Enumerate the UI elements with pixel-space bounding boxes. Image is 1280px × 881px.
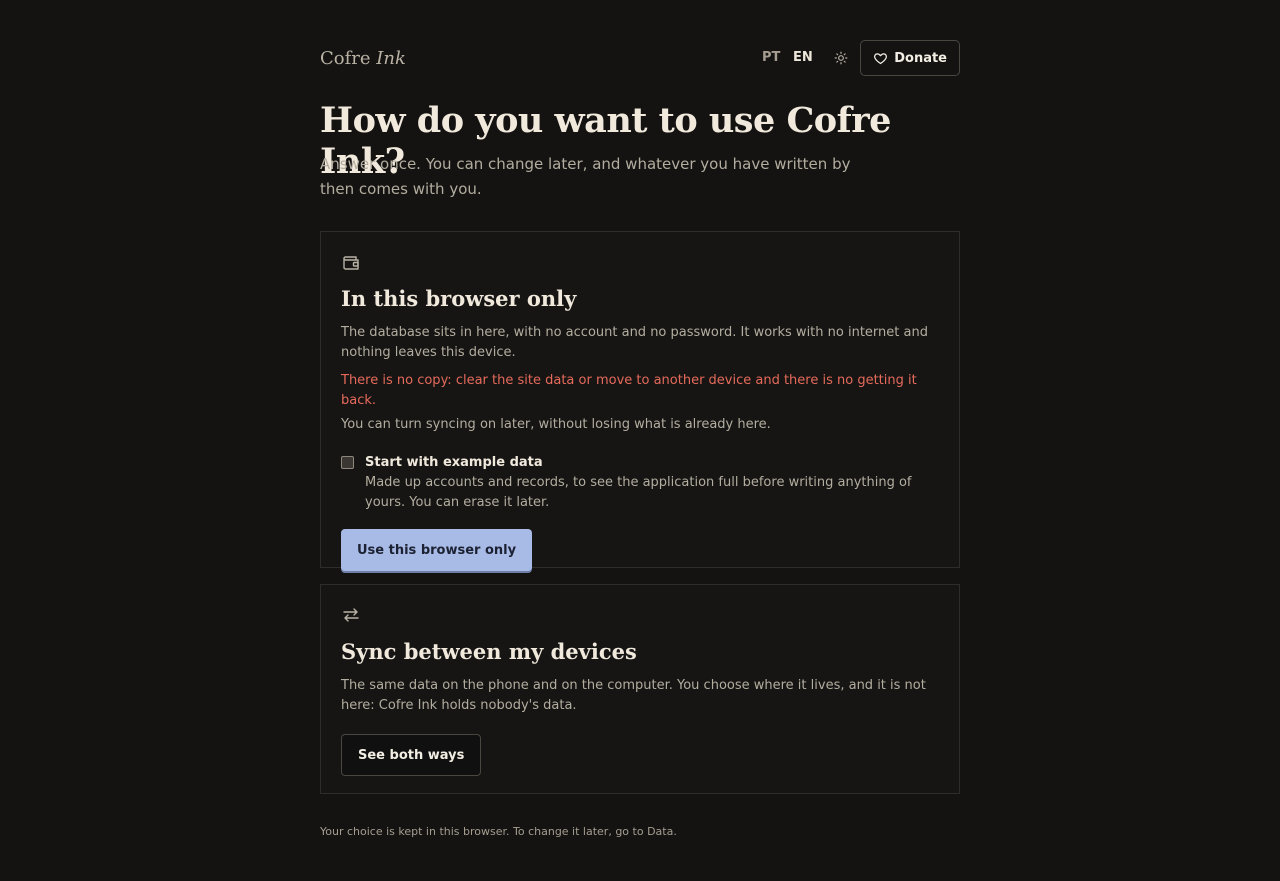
example-data-option: Start with example data Made up accounts…: [341, 453, 939, 513]
option-sync-card: Sync between my devices The same data on…: [320, 584, 960, 794]
option-sync-title: Sync between my devices: [341, 639, 637, 664]
option-sync-description: The same data on the phone and on the co…: [341, 678, 926, 713]
page-subtitle: Answer once. You can change later, and w…: [320, 155, 851, 198]
page: Cofre Ink PT EN Donate How do you want t…: [320, 0, 960, 838]
footer-note: Your choice is kept in this browser. To …: [320, 825, 677, 838]
sun-icon: [834, 51, 848, 65]
wallet-icon: [343, 256, 359, 270]
language-pt[interactable]: PT: [762, 50, 780, 65]
use-browser-only-button[interactable]: Use this browser only: [341, 529, 533, 571]
language-switcher: PT EN: [762, 50, 821, 65]
option-browser-title: In this browser only: [341, 286, 577, 311]
brand-name: Cofre: [320, 48, 371, 69]
option-browser-description: The database sits in here, with no accou…: [341, 325, 928, 360]
example-data-checkbox[interactable]: [341, 456, 354, 469]
option-browser-note: You can turn syncing on later, without l…: [341, 417, 771, 432]
language-en[interactable]: EN: [793, 50, 813, 65]
arrows-swap-icon: [343, 608, 359, 622]
donate-label: Donate: [894, 50, 947, 66]
brand-name-italic: Ink: [376, 48, 406, 69]
brand-logo[interactable]: Cofre Ink: [320, 48, 406, 69]
heart-icon: [874, 52, 888, 64]
option-browser-warning: There is no copy: clear the site data or…: [341, 373, 917, 408]
example-data-label[interactable]: Start with example data: [365, 453, 939, 473]
donate-button[interactable]: Donate: [860, 40, 960, 76]
theme-toggle-button[interactable]: [832, 49, 850, 67]
option-browser-card: In this browser only The database sits i…: [320, 231, 960, 571]
example-data-description: Made up accounts and records, to see the…: [365, 475, 912, 510]
see-both-ways-button[interactable]: See both ways: [341, 734, 482, 776]
